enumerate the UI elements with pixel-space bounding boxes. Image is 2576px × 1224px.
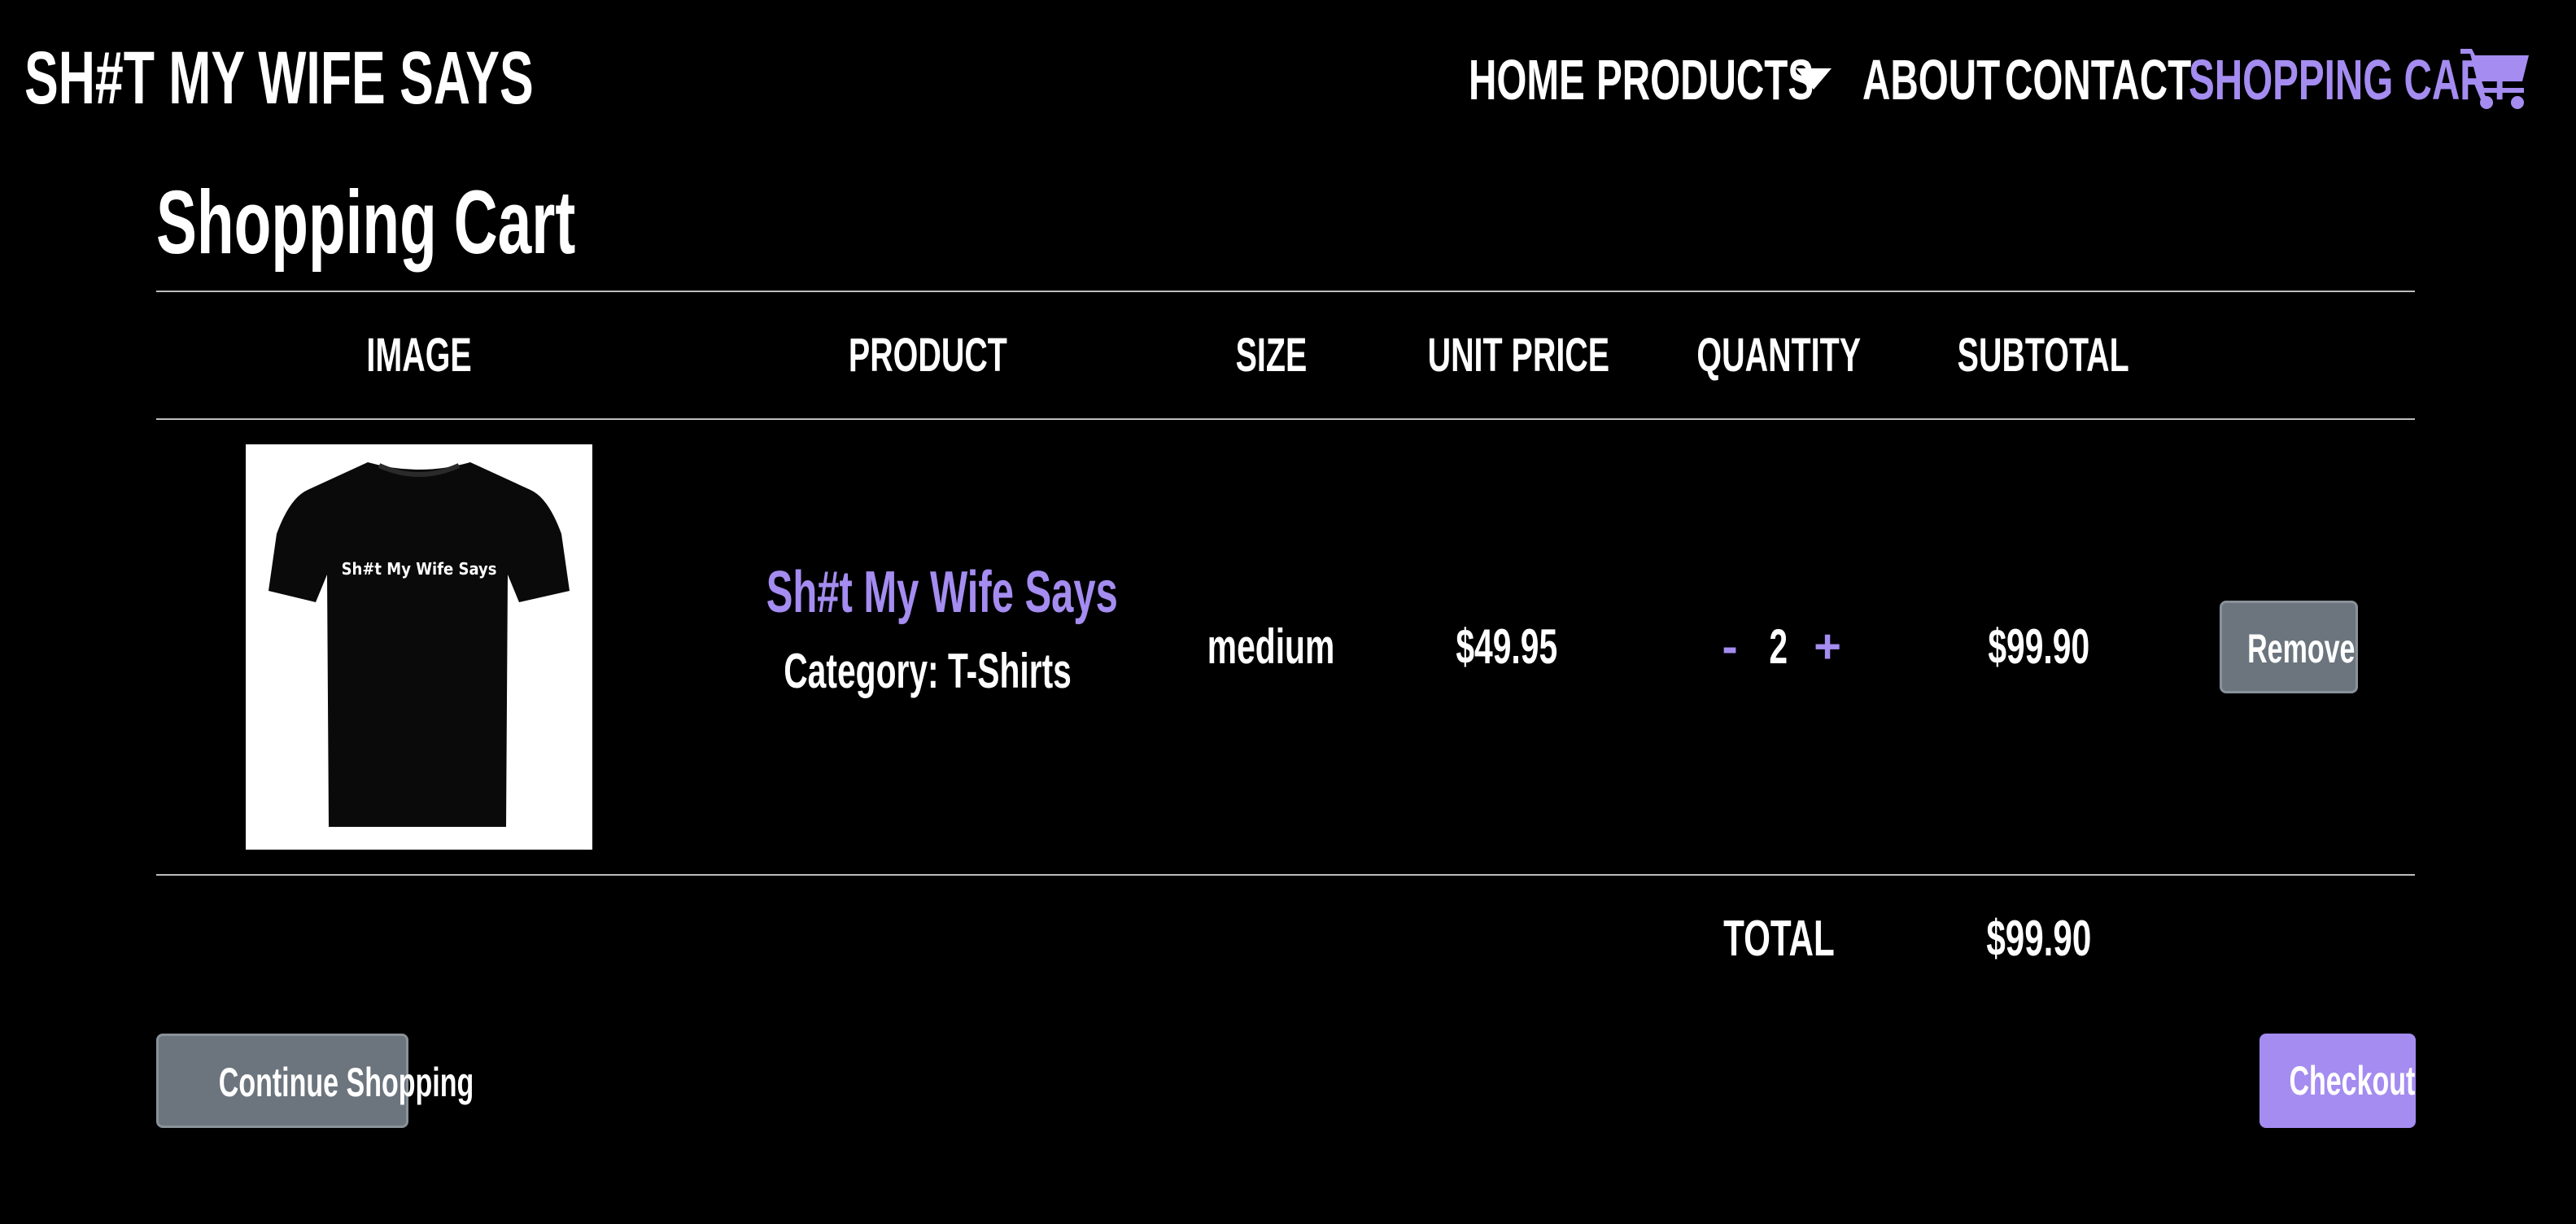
nav-contact-label: CONTACT	[2005, 48, 2192, 111]
column-header-size: SIZE	[1190, 327, 1352, 384]
unit-price-text: $49.95	[1456, 619, 1558, 674]
row-subtotal-text: $99.90	[1988, 619, 2090, 674]
nav-about-label: ABOUT	[1862, 48, 2001, 111]
header-image-label: IMAGE	[366, 329, 472, 382]
quantity-value-text: 2	[1769, 619, 1788, 674]
brand-logo[interactable]: SH#T MY WIFE SAYS	[24, 39, 773, 117]
nav-home-label: HOME	[1469, 48, 1585, 111]
total-value: $99.90	[1917, 908, 2161, 970]
remove-button[interactable]: Remove	[2220, 601, 2358, 693]
column-header-product: PRODUCT	[806, 327, 1050, 384]
shopping-cart-icon[interactable]	[2459, 42, 2532, 111]
product-name-link[interactable]: Sh#t My Wife Says	[683, 560, 1172, 625]
unit-price: $49.95	[1385, 617, 1629, 677]
continue-shopping-label: Continue Shopping	[218, 1060, 474, 1105]
chevron-down-icon[interactable]	[1796, 68, 1832, 90]
product-size-text: medium	[1207, 619, 1335, 674]
brand-name: SH#T MY WIFE SAYS	[24, 37, 534, 120]
table-header-divider	[156, 418, 2415, 420]
tshirt-image: Sh#t My Wife Says	[246, 444, 592, 850]
page-title-text: Shopping Cart	[156, 173, 576, 273]
table-bottom-divider	[156, 874, 2415, 876]
header-quantity-label: QUANTITY	[1696, 329, 1861, 382]
quantity-increment-button[interactable]: +	[1811, 617, 1844, 677]
header-subtotal-label: SUBTOTAL	[1957, 329, 2129, 382]
total-label: TOTAL	[1657, 908, 1901, 970]
checkout-label: Checkout	[2289, 1058, 2416, 1104]
quantity-decrement-button[interactable]: -	[1714, 617, 1746, 677]
header-product-label: PRODUCT	[848, 329, 1007, 382]
row-subtotal: $99.90	[1917, 617, 2161, 677]
product-category-text: Category: T-Shirts	[784, 644, 1072, 698]
total-label-text: TOTAL	[1722, 911, 1835, 967]
column-header-quantity: QUANTITY	[1657, 327, 1901, 384]
remove-button-label: Remove	[2247, 626, 2356, 671]
header-size-label: SIZE	[1235, 329, 1307, 382]
product-name-text: Sh#t My Wife Says	[766, 560, 1118, 625]
nav-products-label: PRODUCTS	[1596, 48, 1814, 111]
product-size: medium	[1149, 617, 1393, 677]
page-title: Shopping Cart	[156, 174, 773, 272]
product-image[interactable]: Sh#t My Wife Says	[246, 444, 592, 850]
table-top-divider	[156, 291, 2415, 292]
total-value-text: $99.90	[1986, 911, 2092, 967]
column-header-image: IMAGE	[338, 327, 500, 384]
quantity-value: 2	[1746, 617, 1811, 677]
column-header-subtotal: SUBTOTAL	[1917, 327, 2161, 384]
checkout-button[interactable]: Checkout	[2259, 1034, 2416, 1128]
continue-shopping-button[interactable]: Continue Shopping	[156, 1034, 474, 1128]
product-category: Category: T-Shirts	[683, 643, 1172, 700]
column-header-unit-price: UNIT PRICE	[1385, 327, 1629, 384]
tshirt-print-text: Sh#t My Wife Says	[342, 559, 497, 579]
header-unit-price-label: UNIT PRICE	[1427, 329, 1610, 382]
